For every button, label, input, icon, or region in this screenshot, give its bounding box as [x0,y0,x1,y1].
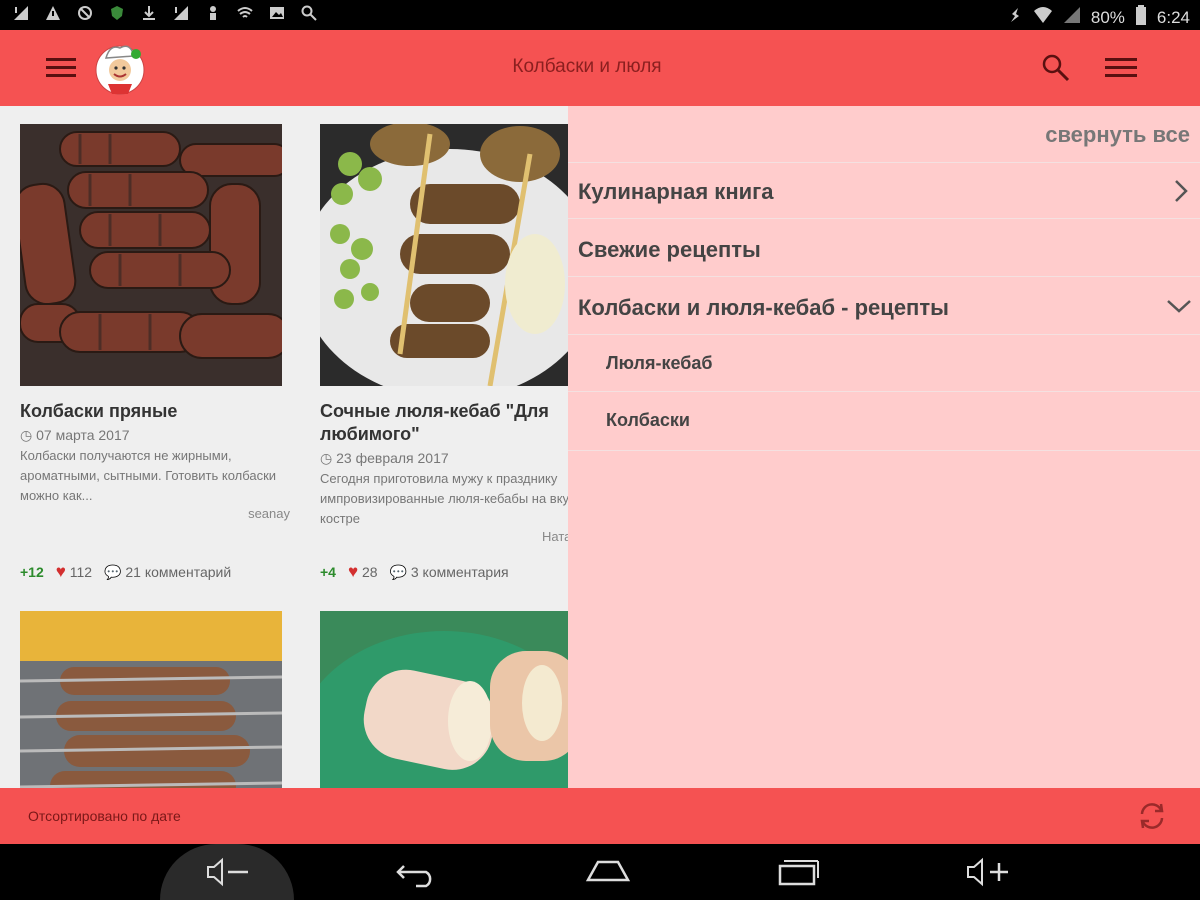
shield-icon [108,4,126,22]
wifi-full-icon [1033,6,1053,29]
clock-icon: ◷ [320,450,333,466]
drawer-item-label: Свежие рецепты [578,237,761,262]
heart-icon: ♥ [347,562,359,581]
battery-level: 80% [1090,7,1125,27]
notification-icons [12,4,318,22]
download-icon [140,4,158,22]
nfc-icon [1007,6,1023,29]
clock-icon: ◷ [20,427,33,443]
likes[interactable]: ♥ 28 [348,562,378,582]
recipe-date: ◷ 07 марта 2017 [20,427,130,443]
recipe-date: ◷ 23 февраля 2017 [320,450,449,466]
heart-icon: ♥ [55,562,66,581]
chevron-right-icon [1174,179,1188,208]
recipe-card[interactable] [320,611,568,788]
drawer-subitem-sausages[interactable]: Колбаски [568,391,1200,451]
recipe-photo[interactable] [320,611,568,788]
vote-count[interactable]: +12 [20,564,44,580]
battery-icon [1135,5,1147,30]
drawer-item-label: Колбаски и люля-кебаб - рецепты [578,295,949,320]
drawer-item-label: Кулинарная книга [578,179,774,204]
chef-logo-icon[interactable] [92,40,148,96]
status-bar: 80% 6:24 [0,0,1200,30]
drawer-subitem-lyulya-kebab[interactable]: Люля-кебаб [568,334,1200,392]
collapse-all-button[interactable]: свернуть все [1045,122,1190,148]
search-icon [300,4,318,22]
system-nav-bar [0,844,1200,900]
volume-up-icon[interactable] [964,854,1012,890]
comments[interactable]: 💬 3 комментария [390,564,509,581]
navigation-drawer: свернуть все Кулинарная книга Свежие рец… [568,106,1200,788]
recipe-author[interactable]: Наталья7 [320,529,568,544]
refresh-icon[interactable] [1136,800,1168,832]
menu-icon[interactable] [1105,54,1137,82]
chevron-down-icon [1166,299,1192,320]
recipe-card[interactable] [20,611,290,788]
warning-icon [44,4,62,22]
recipe-photo[interactable] [20,611,282,788]
recipe-title[interactable]: Колбаски пряные [20,400,290,423]
image-icon [268,4,286,22]
comment-icon: 💬 [104,563,122,580]
signal-icon [1063,6,1081,29]
app-bar: Колбаски и люля [0,30,1200,106]
drawer-item-cookbook[interactable]: Кулинарная книга [568,162,1200,219]
recipe-stats: +4 ♥ 28 💬 3 комментария [320,562,509,582]
recipe-author[interactable]: seanay [20,506,290,521]
clock: 6:24 [1156,7,1190,27]
recipe-description: Колбаски получаются не жирными, ароматны… [20,448,277,503]
recipe-photo[interactable] [20,124,282,386]
drawer-subitem-label: Люля-кебаб [606,353,713,373]
wifi-icon [236,4,254,22]
recipe-card[interactable]: Колбаски пряные ◷ 07 марта 2017 Колбаски… [20,124,290,521]
drawer-item-sausages-category[interactable]: Колбаски и люля-кебаб - рецепты [568,276,1200,335]
sort-label[interactable]: Отсортировано по дате [28,808,181,824]
comment-icon: 💬 [389,563,407,580]
recipe-grid: Колбаски пряные ◷ 07 марта 2017 Колбаски… [0,106,568,788]
home-icon[interactable] [584,854,632,890]
signal-alert-icon [172,4,190,22]
drawer-subitem-label: Колбаски [606,410,690,430]
vote-count[interactable]: +4 [320,564,336,580]
recipe-title[interactable]: Сочные люля-кебаб "Для любимого" [320,400,568,446]
recipe-photo[interactable] [320,124,568,386]
signal-alert-icon [12,4,30,22]
comments[interactable]: 💬 21 комментарий [104,564,231,581]
drawer-item-fresh-recipes[interactable]: Свежие рецепты [568,218,1200,277]
hamburger-icon[interactable] [46,54,76,82]
back-icon[interactable] [394,854,442,890]
bottom-bar: Отсортировано по дате [0,788,1200,844]
recipe-description: Сегодня приготовила мужу к празднику имп… [320,471,568,526]
no-data-icon [76,4,94,22]
recipe-card[interactable]: Сочные люля-кебаб "Для любимого" ◷ 23 фе… [320,124,568,544]
volume-down-icon[interactable] [204,854,252,890]
recipe-stats: +12 ♥ 112 💬 21 комментарий [20,562,231,582]
system-status: 80% 6:24 [1007,5,1190,30]
figure-icon [204,4,222,22]
page-title: Колбаски и люля [512,56,662,77]
recents-icon[interactable] [774,854,822,890]
likes[interactable]: ♥ 112 [56,562,92,582]
search-icon[interactable] [1040,52,1072,84]
